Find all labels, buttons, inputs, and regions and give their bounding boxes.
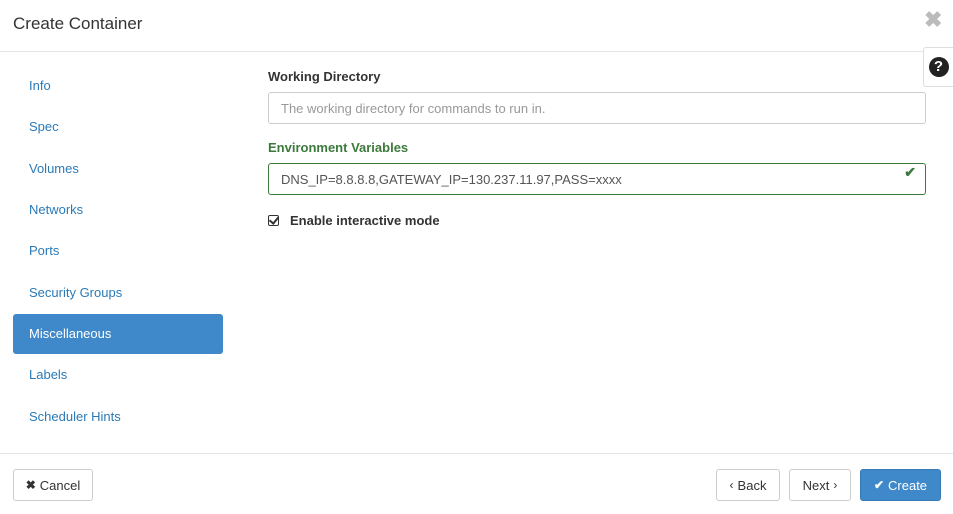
working-directory-input[interactable] (268, 92, 926, 124)
checked-box-icon[interactable] (268, 215, 279, 226)
nav-item-networks[interactable]: Networks (13, 190, 223, 230)
nav-item-miscellaneous[interactable]: Miscellaneous (13, 314, 223, 355)
nav-item-ports[interactable]: Ports (13, 231, 223, 271)
modal-title: Create Container (13, 14, 143, 33)
misc-form: Working Directory Environment Variables … (268, 66, 926, 228)
environment-variables-label: Environment Variables (268, 140, 409, 155)
nav-item-label: Volumes (29, 160, 79, 176)
nav-item-scheduler-hints[interactable]: Scheduler Hints (13, 397, 223, 437)
nav-item-security-groups[interactable]: Security Groups (13, 273, 223, 313)
create-button[interactable]: ✔ Create (860, 469, 941, 501)
working-directory-group: Working Directory (268, 69, 926, 124)
interactive-mode-checkbox[interactable]: Enable interactive mode (268, 213, 926, 228)
modal-header: Create Container ✖ (0, 0, 953, 52)
nav-item-volumes[interactable]: Volumes (13, 149, 223, 189)
environment-variables-input[interactable] (268, 163, 926, 195)
times-icon: ✖ (25, 478, 36, 492)
next-label: Next (802, 477, 830, 493)
chevron-right-icon: › (833, 478, 838, 492)
nav-item-label: Info (29, 78, 51, 93)
next-button[interactable]: Next › (789, 469, 851, 501)
nav-item-label: Networks (29, 202, 84, 218)
create-label: Create (888, 477, 928, 493)
close-icon[interactable]: ✖ (924, 9, 942, 31)
wizard-nav: Info Spec Volumes Networks Ports Securit… (13, 66, 223, 438)
check-icon: ✔ (904, 164, 916, 180)
nav-item-label: Ports (29, 243, 60, 259)
help-button[interactable]: ? (923, 47, 953, 87)
question-circle-icon: ? (928, 57, 949, 77)
modal-footer: ✖ Cancel ‹ Back Next › ✔ Create (0, 453, 953, 514)
nav-item-label: Labels (29, 367, 68, 383)
back-button[interactable]: ‹ Back (716, 469, 780, 501)
check-icon: ✔ (873, 478, 885, 492)
nav-item-info[interactable]: Info (13, 66, 223, 106)
nav-item-label: Miscellaneous (29, 326, 112, 342)
nav-item-label: Security Groups (29, 284, 123, 300)
chevron-left-icon: ‹ (729, 478, 734, 492)
back-label: Back (737, 477, 767, 493)
working-directory-label: Working Directory (268, 69, 381, 84)
cancel-label: Cancel (39, 477, 81, 493)
nav-item-label: Scheduler Hints (29, 408, 121, 424)
cancel-button[interactable]: ✖ Cancel (13, 469, 93, 501)
environment-variables-group: Environment Variables ✔ (268, 140, 926, 195)
interactive-mode-label: Enable interactive mode (290, 213, 440, 228)
nav-item-spec[interactable]: Spec (13, 107, 223, 147)
nav-item-labels[interactable]: Labels (13, 355, 223, 395)
nav-item-label: Spec (29, 119, 59, 135)
